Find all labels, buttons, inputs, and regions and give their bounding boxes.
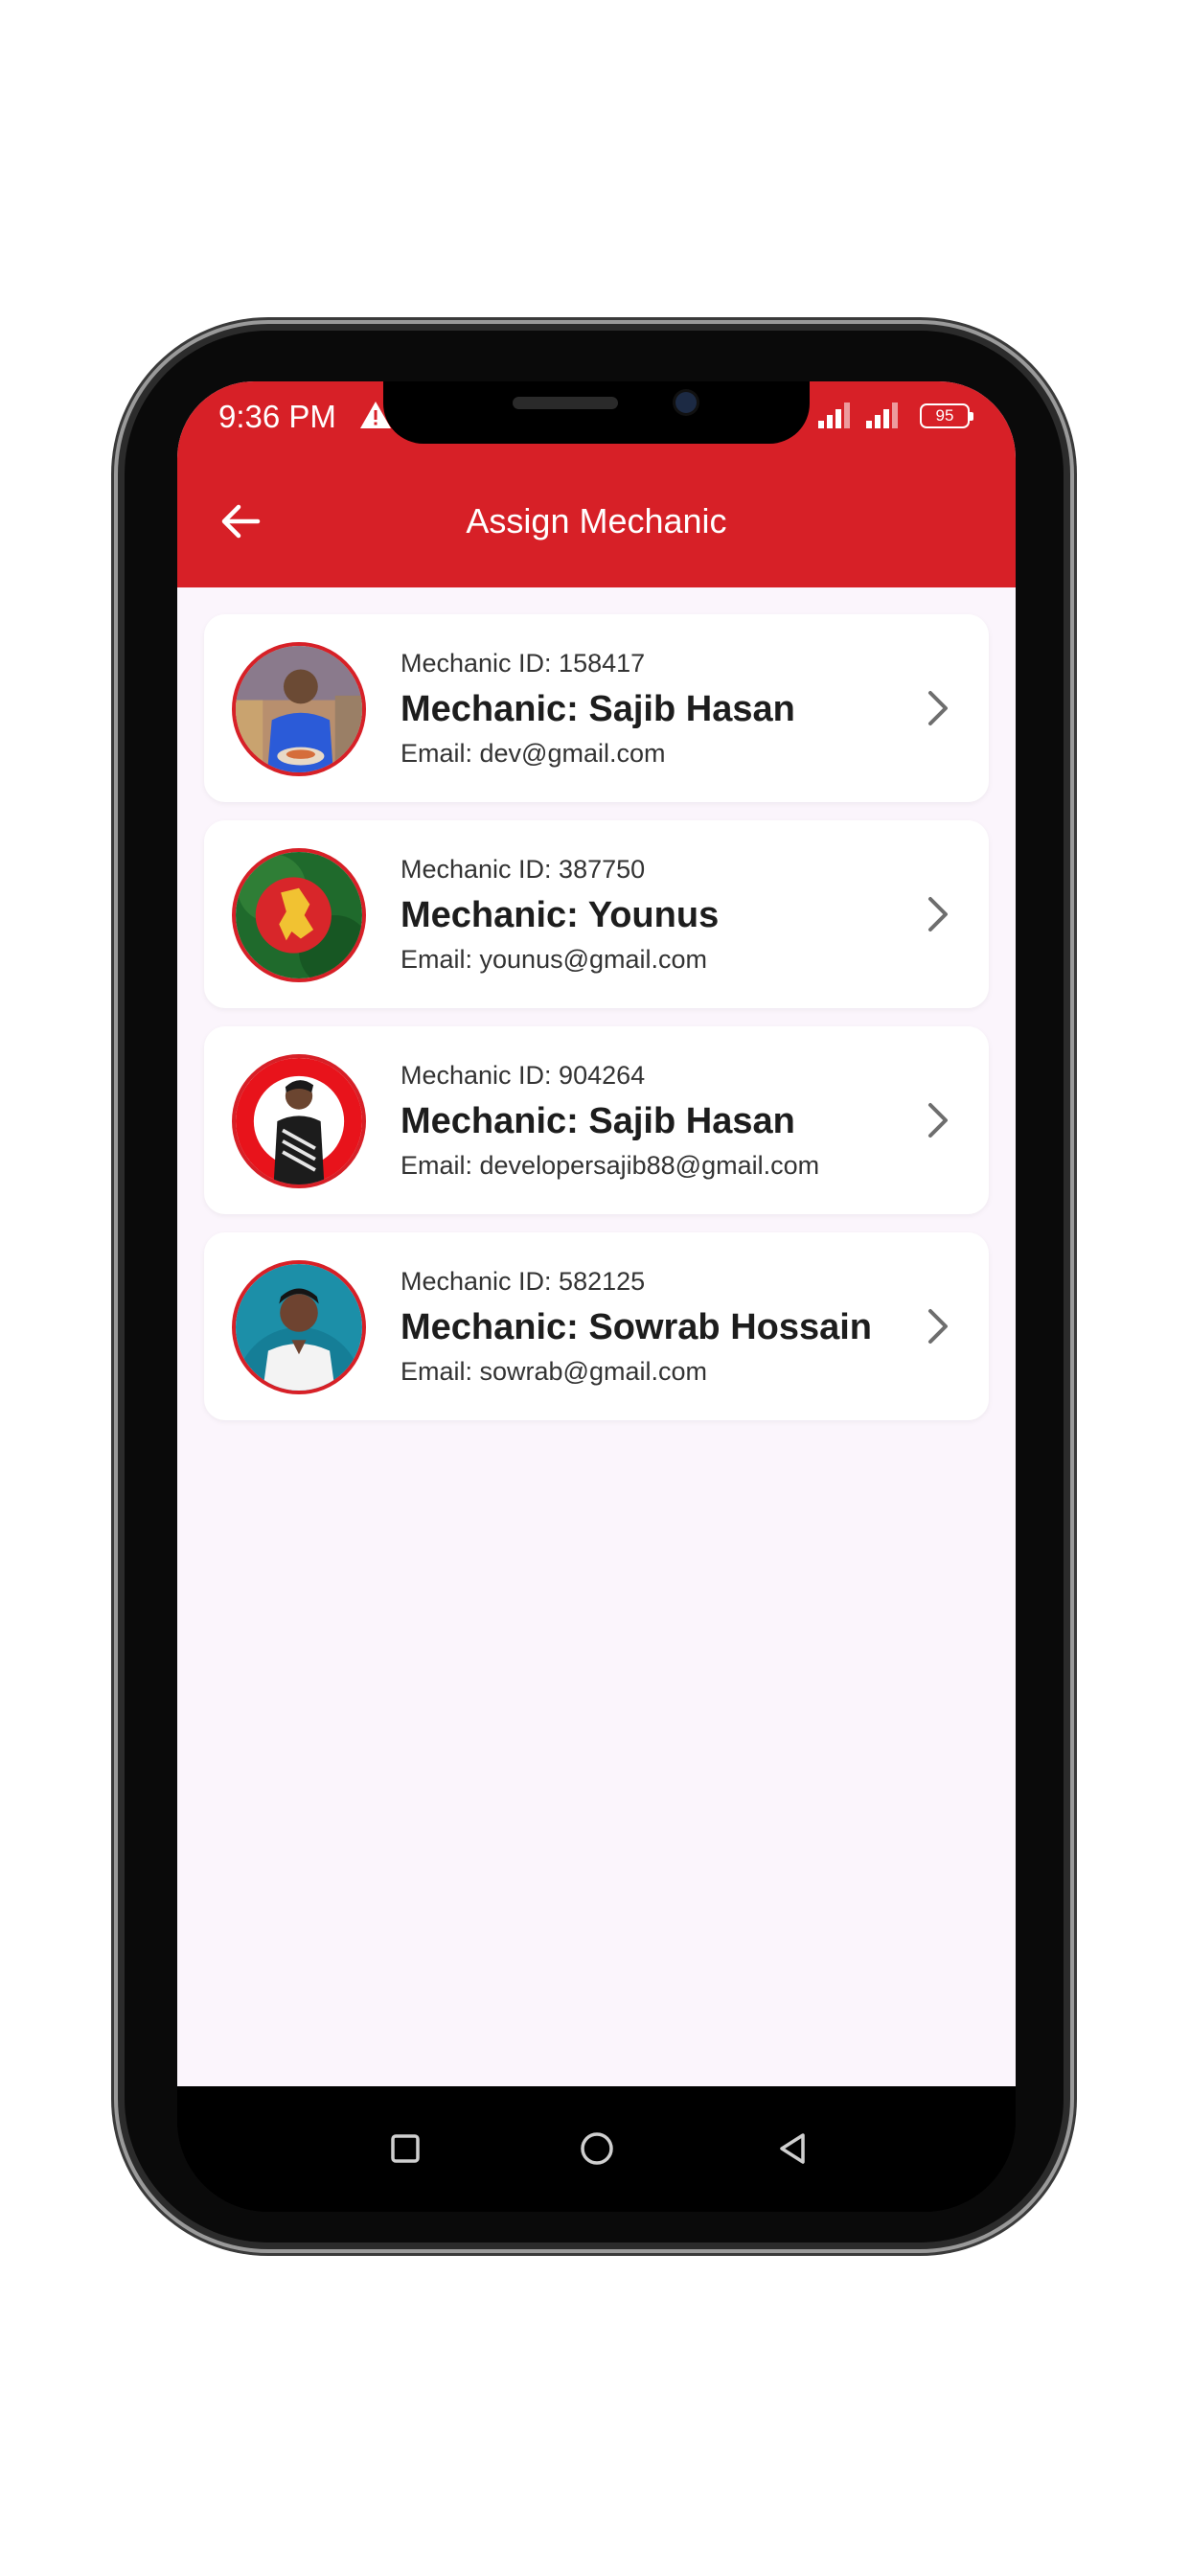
mechanic-email: Email: sowrab@gmail.com [400, 1357, 707, 1386]
mechanic-id: Mechanic ID: 582125 [400, 1267, 646, 1296]
status-time: 9:36 PM [218, 399, 336, 434]
circle-icon[interactable] [578, 2129, 616, 2168]
mechanic-email: Email: developersajib88@gmail.com [400, 1151, 820, 1180]
mechanic-id: Mechanic ID: 387750 [400, 855, 646, 884]
signal-icon [866, 402, 898, 428]
page-title: Assign Mechanic [466, 501, 727, 540]
mechanic-email: Email: younus@gmail.com [400, 945, 708, 974]
speaker-grille [513, 397, 618, 409]
mechanic-card[interactable]: Mechanic ID: 582125 Mechanic: Sowrab Hos… [204, 1232, 989, 1420]
chevron-right-icon [928, 897, 948, 932]
mechanic-name: Mechanic: Sajib Hasan [400, 1101, 795, 1141]
chevron-right-icon [928, 691, 948, 725]
mechanic-name: Mechanic: Younus [400, 895, 720, 935]
camera-notch [383, 381, 810, 444]
mechanic-card[interactable]: Mechanic ID: 904264 Mechanic: Sajib Hasa… [204, 1026, 989, 1214]
mechanic-name: Mechanic: Sajib Hasan [400, 689, 795, 729]
avatar [232, 1054, 366, 1188]
triangle-back-icon[interactable] [773, 2129, 812, 2168]
mechanic-id: Mechanic ID: 904264 [400, 1061, 646, 1090]
system-nav-bar [177, 2086, 1016, 2212]
mechanic-id: Mechanic ID: 158417 [400, 649, 646, 678]
front-camera [675, 392, 697, 413]
signal-icon [818, 402, 850, 428]
mechanic-email: Email: dev@gmail.com [400, 739, 666, 768]
mechanic-name: Mechanic: Sowrab Hossain [400, 1307, 873, 1347]
mechanic-card[interactable]: Mechanic ID: 158417 Mechanic: Sajib Hasa… [204, 614, 989, 802]
battery-icon: 95 [920, 403, 973, 428]
app-screen: 9:36 PM 95 Assign Mechanic Mechanic ID: … [177, 381, 1016, 2086]
chevron-right-icon [928, 1309, 948, 1344]
mechanic-card[interactable]: Mechanic ID: 387750 Mechanic: Younus Ema… [204, 820, 989, 1008]
square-icon[interactable] [386, 2129, 424, 2168]
avatar [232, 1260, 366, 1394]
chevron-right-icon [928, 1103, 948, 1138]
avatar [232, 848, 366, 982]
phone-screen: 9:36 PM 95 Assign Mechanic Mechanic ID: … [177, 381, 1016, 2212]
avatar [232, 642, 366, 776]
